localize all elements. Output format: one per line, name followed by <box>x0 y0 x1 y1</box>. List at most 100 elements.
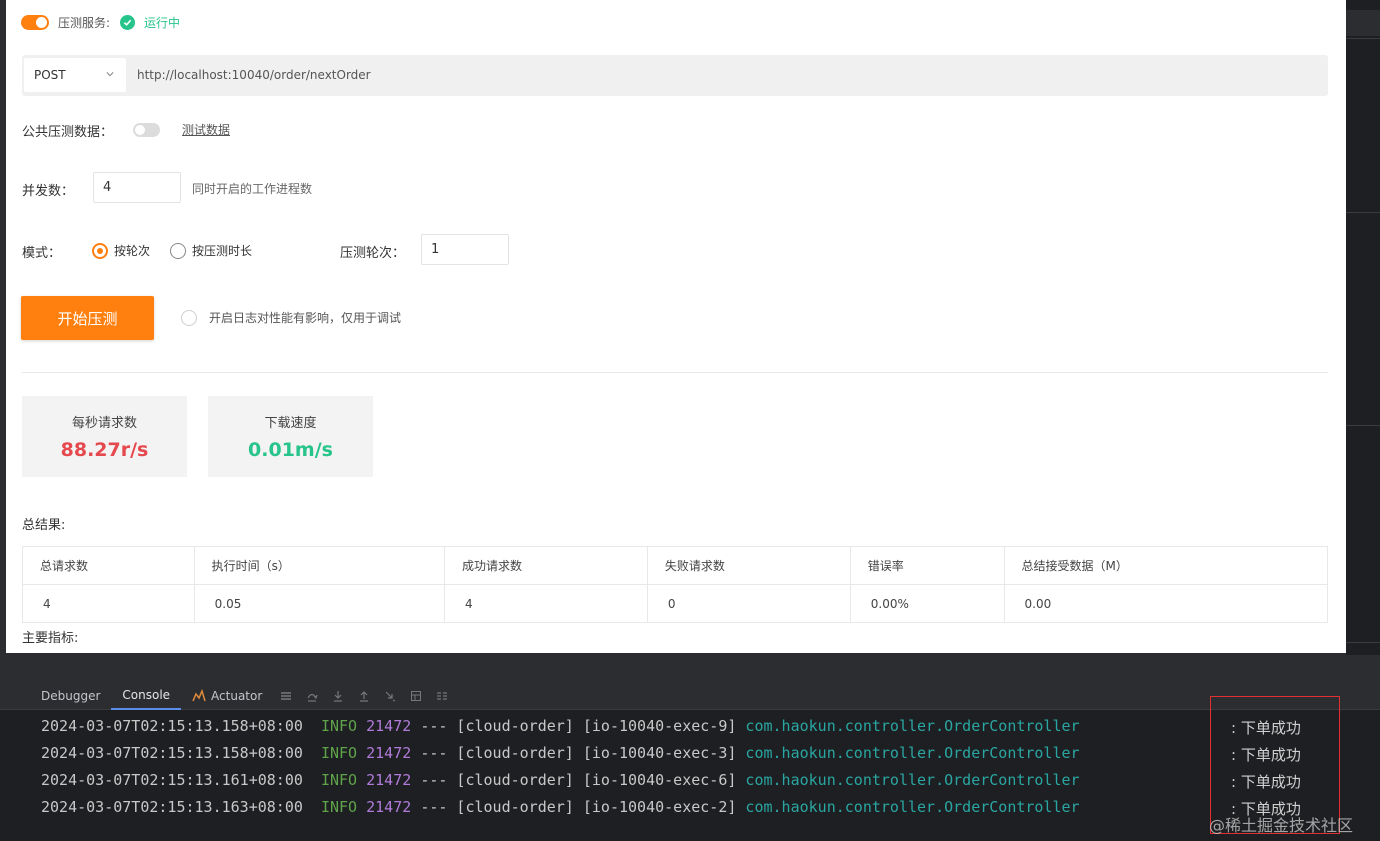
step-out-icon[interactable] <box>357 689 371 703</box>
results-table: 总请求数 执行时间（s） 成功请求数 失败请求数 错误率 总结接受数据（M） 4… <box>22 546 1329 623</box>
concurrency-hint: 同时开启的工作进程数 <box>192 182 313 196</box>
section-divider <box>22 372 1328 373</box>
log-pid: 21472 <box>366 717 412 735</box>
chevron-down-icon <box>106 72 114 77</box>
step-over-icon[interactable] <box>305 689 319 703</box>
radio-dot <box>92 242 108 259</box>
method-select[interactable]: POST <box>24 58 126 92</box>
service-status: 运行中 <box>144 15 181 30</box>
log-hint: 开启日志对性能有影响，仅用于调试 <box>209 311 402 325</box>
ide-divider <box>1346 425 1380 426</box>
stress-test-panel: 压测服务: 运行中 POST http://localhost:10040/or… <box>6 0 1346 653</box>
metrics-title: 主要指标: <box>22 631 79 646</box>
tab-label: Actuator <box>211 689 263 703</box>
mode-label: 模式： <box>22 246 62 261</box>
log-line: 2024-03-07T02:15:13.158+08:00 INFO 21472… <box>41 717 1080 735</box>
log-class: com.haokun.controller.OrderController <box>745 717 1080 735</box>
service-status-row: 压测服务: 运行中 <box>21 12 180 32</box>
log-timestamp: 2024-03-07T02:15:13.158+08:00 <box>41 744 303 762</box>
tab-label: Debugger <box>41 689 101 703</box>
actuator-icon <box>192 689 206 702</box>
evaluate-icon[interactable] <box>409 689 423 703</box>
rps-label: 每秒请求数 <box>71 416 137 431</box>
step-into-icon[interactable] <box>331 689 345 703</box>
table-cell: 0.05 <box>193 584 446 623</box>
log-pid: 21472 <box>366 744 412 762</box>
table-cell: 4 <box>22 584 195 623</box>
ide-divider <box>1346 642 1380 643</box>
table-header: 成功请求数 <box>444 546 648 585</box>
mode-radio-rounds[interactable]: 按轮次 <box>92 242 150 259</box>
rps-card: 每秒请求数 88.27r/s <box>22 396 187 477</box>
tab-debugger[interactable]: Debugger <box>30 683 111 710</box>
log-pid: 21472 <box>366 771 412 789</box>
log-line: 2024-03-07T02:15:13.163+08:00 INFO 21472… <box>41 798 1080 816</box>
concurrency-label: 并发数： <box>22 184 75 199</box>
ide-editor-tab[interactable] <box>1346 10 1380 36</box>
table-header: 错误率 <box>849 546 1005 585</box>
test-data-link[interactable]: 测试数据 <box>182 121 230 138</box>
table-row: 4 0.05 4 0 0.00% 0.00 <box>22 584 1329 623</box>
table-header: 失败请求数 <box>646 546 851 585</box>
log-class: com.haokun.controller.OrderController <box>745 771 1080 789</box>
mode-option-label: 按压测时长 <box>192 244 253 258</box>
table-header: 总请求数 <box>22 546 195 585</box>
log-line: 2024-03-07T02:15:13.161+08:00 INFO 21472… <box>41 771 1080 789</box>
log-class: com.haokun.controller.OrderController <box>745 798 1080 816</box>
tab-actuator[interactable]: Actuator <box>181 683 273 710</box>
log-thread: --- [cloud-order] [io-10040-exec-2] <box>420 798 737 816</box>
download-speed-card: 下载速度 0.01m/s <box>208 396 373 477</box>
request-bar: POST http://localhost:10040/order/nextOr… <box>22 55 1328 96</box>
radio-dot <box>181 309 197 326</box>
ide-divider <box>1346 38 1380 39</box>
log-pid: 21472 <box>366 798 412 816</box>
download-speed-value: 0.01m/s <box>248 439 333 461</box>
url-input[interactable]: http://localhost:10040/order/nextOrder <box>137 68 371 82</box>
debug-console: Debugger Console Actuator 2024-03-07T02:… <box>0 655 1380 841</box>
ide-right-editor <box>1346 0 1380 655</box>
log-class: com.haokun.controller.OrderController <box>745 744 1080 762</box>
results-title: 总结果: <box>22 518 66 533</box>
log-timestamp: 2024-03-07T02:15:13.161+08:00 <box>41 771 303 789</box>
table-header: 执行时间（s） <box>193 546 446 585</box>
log-thread: --- [cloud-order] [io-10040-exec-6] <box>420 771 737 789</box>
mode-option-label: 按轮次 <box>114 244 151 258</box>
ide-divider <box>1346 212 1380 213</box>
public-data-switch[interactable] <box>133 123 160 137</box>
rounds-input[interactable]: 1 <box>421 234 509 265</box>
mode-radio-duration[interactable]: 按压测时长 <box>170 242 252 259</box>
watermark: @稀土掘金技术社区 <box>1209 816 1354 835</box>
public-data-label: 公共压测数据： <box>22 125 114 140</box>
menu-icon[interactable] <box>279 689 293 703</box>
table-header-row: 总请求数 执行时间（s） 成功请求数 失败请求数 错误率 总结接受数据（M） <box>22 546 1329 585</box>
run-to-cursor-icon[interactable] <box>383 689 397 703</box>
concurrency-input[interactable]: 4 <box>93 172 181 203</box>
check-circle-icon <box>120 14 136 30</box>
console-tabs: Debugger Console Actuator <box>0 683 1380 710</box>
log-level: INFO <box>320 717 358 735</box>
enable-log-option[interactable]: 开启日志对性能有影响，仅用于调试 <box>181 309 401 326</box>
table-cell: 4 <box>444 584 648 623</box>
rounds-label: 压测轮次： <box>340 246 406 261</box>
service-toggle[interactable] <box>21 14 49 30</box>
log-thread: --- [cloud-order] [io-10040-exec-9] <box>420 717 737 735</box>
log-level: INFO <box>320 798 358 816</box>
console-header <box>0 655 1380 683</box>
table-cell: 0.00% <box>849 584 1005 623</box>
log-level: INFO <box>320 744 358 762</box>
log-level: INFO <box>320 771 358 789</box>
log-line: 2024-03-07T02:15:13.158+08:00 INFO 21472… <box>41 744 1080 762</box>
start-test-button[interactable]: 开始压测 <box>21 296 154 340</box>
radio-dot <box>170 242 186 259</box>
tab-console[interactable]: Console <box>111 683 182 710</box>
rps-value: 88.27r/s <box>60 439 149 461</box>
log-timestamp: 2024-03-07T02:15:13.163+08:00 <box>41 798 303 816</box>
download-speed-label: 下载速度 <box>264 416 317 431</box>
log-timestamp: 2024-03-07T02:15:13.158+08:00 <box>41 717 303 735</box>
table-cell: 0.00 <box>1003 584 1329 623</box>
service-label: 压测服务: <box>58 15 111 30</box>
log-thread: --- [cloud-order] [io-10040-exec-3] <box>420 744 737 762</box>
layout-icon[interactable] <box>435 689 449 703</box>
table-header: 总结接受数据（M） <box>1003 546 1329 585</box>
tab-label: Console <box>122 688 171 702</box>
